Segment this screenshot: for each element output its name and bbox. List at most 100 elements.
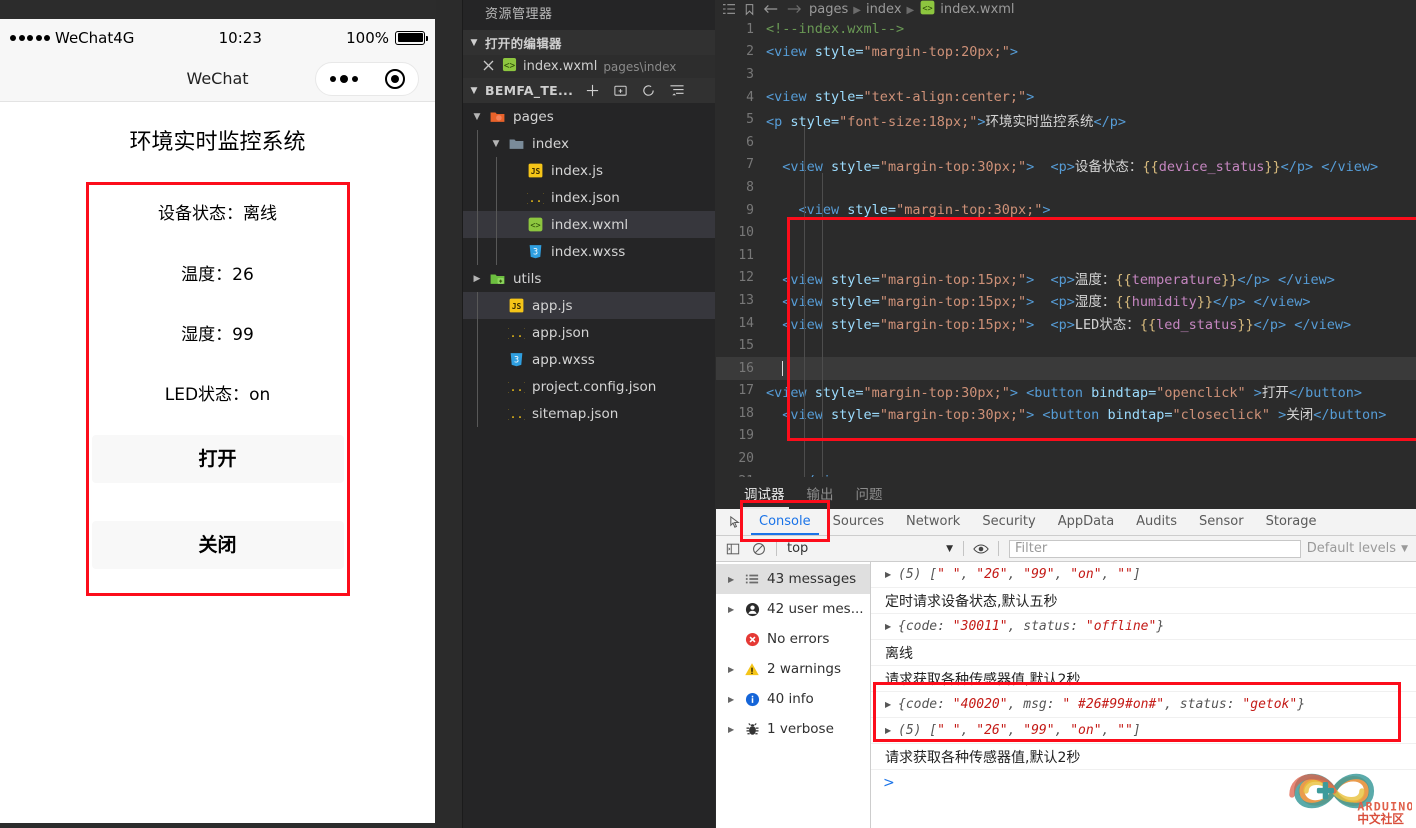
chevron-down-icon[interactable]: ▼ — [946, 544, 953, 554]
code-line[interactable]: 1 <!--index.wxml--> — [716, 18, 1416, 41]
panel-tab-storage[interactable]: Storage — [1255, 509, 1328, 535]
console-log-row[interactable]: ▶ (5) [" ", "26", "99", "on", ""] — [871, 718, 1416, 744]
code-line[interactable]: 2 <view style="margin-top:20px;"> — [716, 41, 1416, 64]
tree-item-index-wxml[interactable]: <> index.wxml — [463, 211, 715, 238]
code-content[interactable]: 1 <!--index.wxml--> 2 <view style="margin-t… — [716, 18, 1416, 477]
code-line[interactable]: 8 — [716, 176, 1416, 199]
chevron-right-icon[interactable]: ▶ — [728, 695, 737, 704]
code-line[interactable]: 18 <view style="margin-top:30px;"> <butt… — [716, 402, 1416, 425]
chevron-down-icon[interactable]: ▼ — [1401, 544, 1408, 554]
more-dots-icon[interactable] — [329, 74, 358, 83]
console-count-user[interactable]: ▶ 42 user mes... — [716, 594, 870, 624]
panel-tab-console[interactable]: Console — [748, 509, 822, 535]
console-count-warning[interactable]: ▶ 2 warnings — [716, 654, 870, 684]
tree-item-index-json[interactable]: {..} index.json — [463, 184, 715, 211]
tree-item-app-json[interactable]: {..} app.json — [463, 319, 715, 346]
chevron-right-icon[interactable]: ▶ — [728, 575, 737, 584]
tree-item-project-config-json[interactable]: {..} project.config.json — [463, 373, 715, 400]
sidebar-toggle-icon[interactable] — [720, 542, 746, 556]
breadcrumb-segment[interactable]: index.wxml — [940, 2, 1014, 17]
project-section-header[interactable]: ▼ BEMFA_TE... — [463, 78, 715, 103]
chevron-right-icon[interactable]: ▶ — [885, 570, 898, 579]
close-target-icon[interactable] — [384, 68, 405, 89]
console-count-error[interactable]: No errors — [716, 624, 870, 654]
panel-tab-appdata[interactable]: AppData — [1047, 509, 1125, 535]
chevron-right-icon[interactable]: ▶ — [885, 700, 898, 709]
console-count-list[interactable]: ▶ 43 messages — [716, 564, 870, 594]
chevron-right-icon[interactable]: ▶ — [885, 726, 898, 735]
forward-arrow-icon[interactable] — [786, 3, 802, 15]
console-log-row[interactable]: 离线 — [871, 640, 1416, 666]
chevron-right-icon[interactable]: ▶ — [885, 622, 898, 631]
chevron-right-icon[interactable]: ▶ — [728, 665, 737, 674]
log-levels-select[interactable]: Default levels ▼ — [1307, 541, 1416, 556]
panel-tab-sensor[interactable]: Sensor — [1188, 509, 1255, 535]
execution-context-select[interactable]: top ▼ — [781, 541, 959, 556]
tree-item-sitemap-json[interactable]: {..} sitemap.json — [463, 400, 715, 427]
tree-item-app-wxss[interactable]: 3 app.wxss — [463, 346, 715, 373]
refresh-icon[interactable] — [641, 83, 656, 98]
new-folder-icon[interactable] — [613, 83, 628, 98]
code-line[interactable]: 15 — [716, 334, 1416, 357]
eye-icon[interactable] — [968, 542, 994, 556]
tree-item-index[interactable]: ▼ index — [463, 130, 715, 157]
collapse-all-icon[interactable] — [669, 83, 685, 98]
breadcrumb-segment[interactable]: index — [866, 2, 902, 17]
console-count-info[interactable]: ▶ 40 info — [716, 684, 870, 714]
code-line[interactable]: 7 <view style="margin-top:30px;"> <p>设备状… — [716, 154, 1416, 177]
close-icon[interactable] — [483, 60, 496, 73]
devtools-tab-输出[interactable]: 输出 — [807, 483, 834, 509]
code-line[interactable]: 11 — [716, 244, 1416, 267]
breadcrumb[interactable]: pages ▶ index ▶ <> index.wxml — [716, 0, 1416, 18]
console-count-bug[interactable]: ▶ 1 verbose — [716, 714, 870, 744]
code-line[interactable]: 20 — [716, 447, 1416, 470]
open-editors-section-header[interactable]: ▼ 打开的编辑器 — [463, 30, 715, 55]
chevron-right-icon[interactable]: ▶ — [728, 725, 737, 734]
devtools-tab-调试器[interactable]: 调试器 — [740, 483, 788, 509]
inspect-element-icon[interactable] — [722, 515, 748, 530]
open-editor-item-index-wxml[interactable]: <> index.wxml pages\index — [463, 55, 715, 78]
chevron-right-icon[interactable]: ▶ — [728, 605, 737, 614]
back-arrow-icon[interactable] — [763, 3, 779, 15]
bookmark-icon[interactable] — [743, 3, 756, 16]
chevron-down-icon[interactable]: ▼ — [471, 112, 483, 122]
console-log-row[interactable]: 定时请求设备状态,默认五秒 — [871, 588, 1416, 614]
code-line[interactable]: 17 <view style="margin-top:30px;"> <butto… — [716, 380, 1416, 403]
panel-tab-security[interactable]: Security — [971, 509, 1046, 535]
panel-tab-sources[interactable]: Sources — [822, 509, 895, 535]
chevron-down-icon[interactable]: ▼ — [467, 86, 481, 96]
console-log-row[interactable]: ▶ {code: "30011", status: "offline"} — [871, 614, 1416, 640]
console-log-row[interactable]: ▶ (5) [" ", "26", "99", "on", ""] — [871, 562, 1416, 588]
code-line[interactable]: 13 <view style="margin-top:15px;"> <p>湿度… — [716, 289, 1416, 312]
panel-tab-network[interactable]: Network — [895, 509, 971, 535]
close-button[interactable]: 关闭 — [91, 521, 344, 569]
tree-item-utils[interactable]: ▶ utils — [463, 265, 715, 292]
code-line[interactable]: 3 — [716, 63, 1416, 86]
code-line[interactable]: 16 — [716, 356, 1416, 380]
code-line[interactable]: 12 <view style="margin-top:15px;"> <p>温度… — [716, 267, 1416, 290]
open-button[interactable]: 打开 — [91, 435, 344, 483]
code-line[interactable]: 6 — [716, 131, 1416, 154]
code-line[interactable]: 19 — [716, 425, 1416, 448]
tree-item-app-js[interactable]: JS app.js — [463, 292, 715, 319]
new-file-icon[interactable] — [585, 83, 600, 98]
clear-console-icon[interactable] — [746, 542, 772, 556]
chevron-right-icon[interactable]: ▶ — [471, 274, 483, 284]
tree-item-pages[interactable]: ▼ pages — [463, 103, 715, 130]
code-line[interactable]: 21 </view> — [716, 470, 1416, 477]
outline-icon[interactable] — [722, 3, 736, 15]
code-line[interactable]: 9 <view style="margin-top:30px;"> — [716, 199, 1416, 222]
tree-item-index-js[interactable]: JS index.js — [463, 157, 715, 184]
code-line[interactable]: 5 <p style="font-size:18px;">环境实时监控系统</p> — [716, 108, 1416, 131]
code-line[interactable]: 4 <view style="text-align:center;"> — [716, 86, 1416, 109]
code-line[interactable]: 10 — [716, 221, 1416, 244]
code-line[interactable]: 14 <view style="margin-top:15px;"> <p>LE… — [716, 312, 1416, 335]
wechat-capsule-buttons[interactable] — [315, 61, 419, 96]
chevron-down-icon[interactable]: ▼ — [490, 139, 502, 149]
breadcrumb-segment[interactable]: pages — [809, 2, 848, 17]
console-log-row[interactable]: 请求获取各种传感器值,默认2秒 — [871, 666, 1416, 692]
panel-tab-audits[interactable]: Audits — [1125, 509, 1188, 535]
chevron-down-icon[interactable]: ▼ — [467, 38, 481, 48]
console-filter-input[interactable] — [1009, 539, 1301, 558]
devtools-tab-问题[interactable]: 问题 — [856, 483, 883, 509]
